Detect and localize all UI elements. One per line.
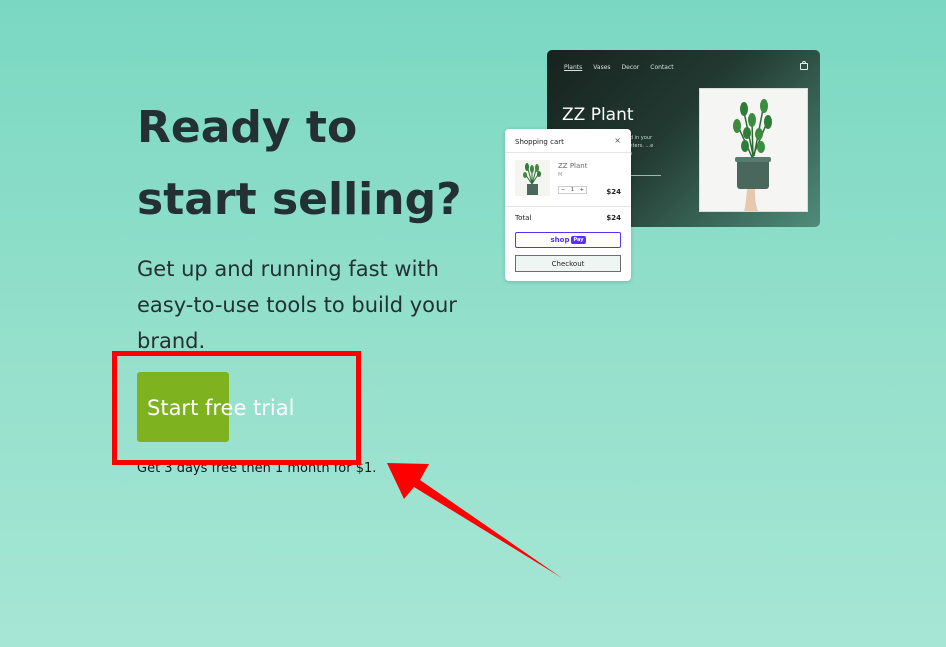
store-nav: Plants Vases Decor Contact xyxy=(564,64,674,71)
cart-total-label: Total xyxy=(515,214,532,222)
quantity-value: 1 xyxy=(570,187,575,193)
cart-item-thumbnail xyxy=(515,160,550,196)
cart-item-price: $24 xyxy=(606,188,621,196)
store-nav-plants[interactable]: Plants xyxy=(564,64,582,71)
store-divider xyxy=(627,175,661,176)
plant-thumbnail-icon xyxy=(523,163,541,195)
cart-title: Shopping cart xyxy=(515,138,564,146)
store-nav-contact[interactable]: Contact xyxy=(650,64,673,71)
red-highlight-box xyxy=(112,351,361,465)
shop-pay-label: shop xyxy=(550,236,570,244)
store-product-title: ZZ Plant xyxy=(562,105,634,125)
hero-title: Ready to start selling? xyxy=(137,102,462,225)
shop-pay-button[interactable]: shop Pay xyxy=(515,232,621,248)
plus-icon[interactable]: + xyxy=(580,187,584,193)
cart-divider xyxy=(505,206,631,207)
store-nav-vases[interactable]: Vases xyxy=(593,64,610,71)
cart-divider xyxy=(505,152,631,153)
shopping-cart-panel: Shopping cart × ZZ Plant M − 1 + $24 Tot… xyxy=(505,129,631,281)
product-image xyxy=(699,88,808,212)
cart-item-name: ZZ Plant xyxy=(558,162,588,170)
checkout-label: Checkout xyxy=(551,259,585,268)
checkout-button[interactable]: Checkout xyxy=(515,255,621,272)
minus-icon[interactable]: − xyxy=(561,187,565,193)
zz-plant-image xyxy=(700,89,807,211)
shopping-bag-icon[interactable] xyxy=(800,61,808,70)
shop-pay-badge: Pay xyxy=(571,236,586,244)
store-nav-decor[interactable]: Decor xyxy=(622,64,640,71)
close-icon[interactable]: × xyxy=(614,136,621,145)
hero-subtitle: Get up and running fast with easy-to-use… xyxy=(137,257,457,353)
cart-total: $24 xyxy=(606,214,621,222)
quantity-stepper[interactable]: − 1 + xyxy=(558,186,587,194)
cart-item-variant: M xyxy=(558,172,563,178)
